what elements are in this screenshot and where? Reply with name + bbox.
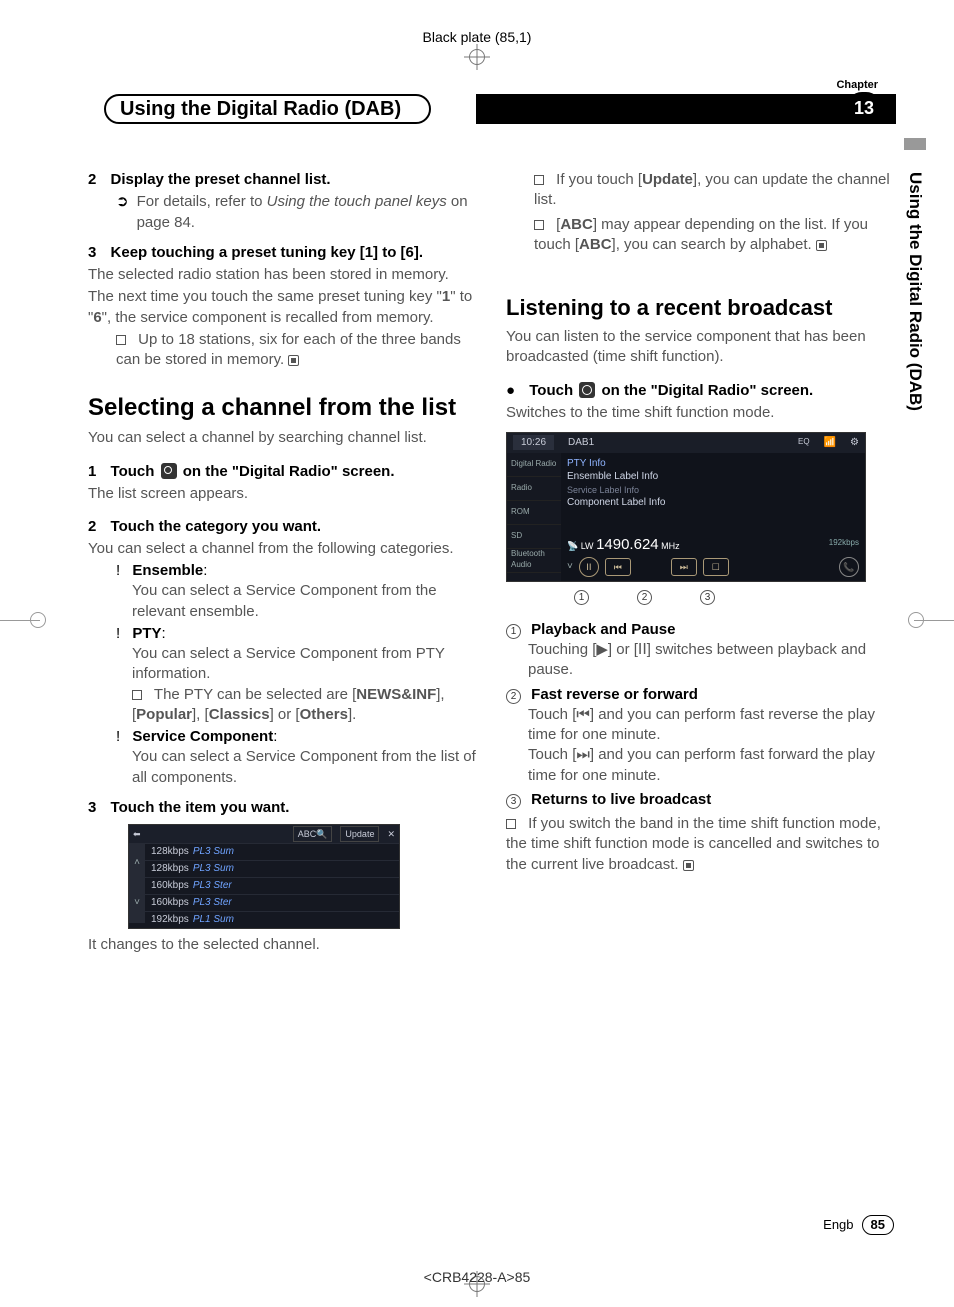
- timeshift-note: If you switch the band in the time shift…: [506, 814, 896, 875]
- chapter-header: Chapter 13 Using the Digital Radio (DAB): [88, 92, 896, 134]
- abc-search-button[interactable]: ABC🔍: [293, 826, 333, 842]
- sidebar-item[interactable]: ROM: [507, 501, 561, 525]
- crop-circle-left: [30, 612, 46, 628]
- step-3-p1: The selected radio station has been stor…: [88, 265, 478, 285]
- section-listening-recent: Listening to a recent broadcast: [506, 293, 896, 323]
- section-selecting-channel: Selecting a channel from the list: [88, 394, 478, 422]
- live-button[interactable]: ☐: [703, 558, 729, 576]
- stop-icon: [816, 240, 827, 251]
- scroll-up-button[interactable]: ˄: [129, 843, 145, 883]
- source-sidebar: Digital Radio Radio ROM SD Bluetooth Aud…: [507, 453, 561, 581]
- settings-icon[interactable]: ⚙: [850, 436, 859, 450]
- crop-circle-right: [908, 612, 924, 628]
- page-footer: Engb 85: [823, 1215, 894, 1235]
- category-list: ! Ensemble: You can select a Service Com…: [88, 561, 478, 788]
- back-button[interactable]: ⬅: [133, 828, 141, 840]
- info-line: Component Label Info: [567, 496, 859, 510]
- sec1-step1-p: The list screen appears.: [88, 484, 478, 504]
- chapter-title-pill: Using the Digital Radio (DAB): [104, 94, 431, 124]
- list-item[interactable]: 128kbpsPL3 Sum: [145, 843, 399, 860]
- dot-bullet-icon: !: [116, 562, 120, 579]
- callout-numbers: 1 2 3: [506, 586, 896, 606]
- doc-code: <CRB4228-A>85: [424, 1268, 531, 1287]
- sec2-step: ● Touch on the "Digital Radio" screen.: [506, 379, 896, 401]
- sidebar-item[interactable]: Digital Radio: [507, 453, 561, 477]
- sec1-step1: 1 Touch on the "Digital Radio" screen.: [88, 460, 478, 482]
- crop-mark-top: [464, 44, 490, 70]
- stop-icon: [288, 355, 299, 366]
- timeshift-icon: [579, 382, 595, 398]
- step-3: 3 Keep touching a preset tuning key [1] …: [88, 243, 478, 263]
- step-2-detail: ➲ For details, refer to Using the touch …: [88, 192, 478, 233]
- list-item[interactable]: 192kbpsPL1 Sum: [145, 911, 399, 928]
- step-3-p2: The next time you touch the same preset …: [88, 287, 478, 328]
- list-item[interactable]: 160kbpsPL3 Ster: [145, 894, 399, 911]
- square-bullet-icon: [132, 690, 142, 700]
- side-tab-bar: [904, 138, 926, 150]
- sidebar-item[interactable]: Radio: [507, 477, 561, 501]
- close-button[interactable]: ✕: [387, 828, 395, 840]
- fast-forward-button[interactable]: ⏭: [671, 558, 697, 576]
- sec2-step-p: Switches to the time shift function mode…: [506, 403, 896, 423]
- sidebar-item[interactable]: Bluetooth Audio: [507, 549, 561, 573]
- side-tab: Using the Digital Radio (DAB): [903, 172, 926, 411]
- list-item[interactable]: 160kbpsPL3 Ster: [145, 877, 399, 894]
- dot-bullet-icon: !: [116, 625, 120, 642]
- callout-2: 2 Fast reverse or forward Touch [⏮] and …: [506, 685, 896, 786]
- square-bullet-icon: [116, 335, 126, 345]
- scroll-down-button[interactable]: ˅: [129, 883, 145, 923]
- timeshift-screenshot: 10:26 DAB1 EQ 📶 ⚙ Digital Radio Radio RO…: [506, 432, 866, 582]
- info-line: PTY Info: [567, 457, 859, 471]
- info-line: Service Label Info: [567, 484, 859, 496]
- search-icon: [161, 463, 177, 479]
- bullet-icon: ●: [506, 382, 515, 399]
- square-bullet-icon: [534, 220, 544, 230]
- step-3-note: Up to 18 stations, six for each of the t…: [88, 330, 478, 371]
- sidebar-item[interactable]: SD: [507, 525, 561, 549]
- update-button[interactable]: Update: [340, 826, 379, 842]
- dot-bullet-icon: !: [116, 728, 120, 745]
- lang-label: Engb: [823, 1216, 853, 1234]
- pty-note: The PTY can be selected are [NEWS&INF], …: [116, 685, 478, 726]
- sec1-step3-after: It changes to the selected channel.: [88, 935, 478, 955]
- pause-button[interactable]: ⅠⅠ: [579, 557, 599, 577]
- eq-icon[interactable]: EQ: [798, 437, 810, 448]
- sec2-intro: You can listen to the service component …: [506, 327, 896, 368]
- chapter-title: Using the Digital Radio (DAB): [120, 96, 401, 123]
- list-item[interactable]: 128kbpsPL3 Sum: [145, 860, 399, 877]
- sec1-step2-p: You can select a channel from the follow…: [88, 539, 478, 559]
- page-number: 85: [862, 1215, 894, 1235]
- chapter-label: Chapter: [836, 78, 878, 93]
- callout-1: 1 Playback and Pause Touching [▶] or [ⅠⅠ…: [506, 620, 896, 681]
- square-bullet-icon: [506, 819, 516, 829]
- step-2: 2 Display the preset channel list.: [88, 170, 478, 190]
- left-column: 2 Display the preset channel list. ➲ For…: [88, 170, 478, 957]
- sec1-step3: 3 Touch the item you want.: [88, 798, 478, 818]
- info-line: Ensemble Label Info: [567, 470, 859, 484]
- channel-list-screenshot: ⬅ ABC🔍 Update ✕ ˄ ˅ 128kbpsPL3 Sum 128kb…: [128, 824, 400, 929]
- arrow-bullet-icon: ➲: [116, 192, 129, 233]
- band-label: DAB1: [568, 436, 594, 450]
- square-bullet-icon: [534, 175, 544, 185]
- chevron-down-icon[interactable]: ˅: [567, 560, 573, 574]
- abc-note: [ABC] may appear depending on the list. …: [506, 215, 896, 256]
- fast-reverse-button[interactable]: ⏮: [605, 558, 631, 576]
- signal-icon: 📶: [824, 436, 836, 450]
- chapter-number: 13: [846, 92, 882, 124]
- phone-button[interactable]: 📞: [839, 557, 859, 577]
- callout-3: 3 Returns to live broadcast: [506, 790, 896, 810]
- bitrate-label: 192kbps: [829, 538, 859, 549]
- sec1-intro: You can select a channel by searching ch…: [88, 428, 478, 448]
- update-note: If you touch [Update], you can update th…: [506, 170, 896, 211]
- clock-label: 10:26: [513, 435, 554, 451]
- stop-icon: [683, 860, 694, 871]
- right-column: If you touch [Update], you can update th…: [506, 170, 896, 957]
- sec1-step2: 2 Touch the category you want.: [88, 517, 478, 537]
- chapter-strip: [476, 94, 896, 124]
